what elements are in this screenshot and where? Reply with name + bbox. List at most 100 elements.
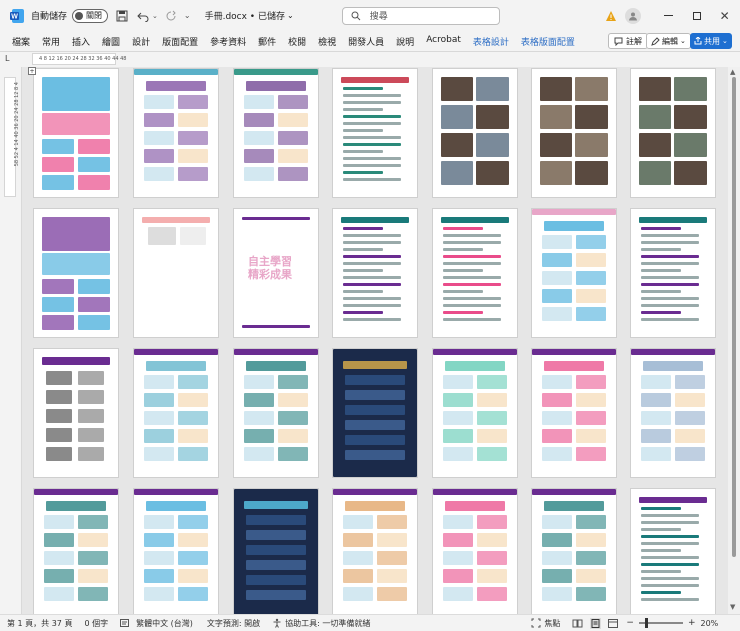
page-thumbnail[interactable] (234, 349, 318, 477)
tab-acrobat[interactable]: Acrobat (420, 35, 467, 48)
zoom-slider[interactable] (638, 618, 683, 628)
table-move-handle-icon[interactable]: + (28, 67, 36, 75)
redo-icon[interactable] (162, 7, 180, 25)
tab-draw[interactable]: 繪圖 (96, 35, 126, 48)
scrollbar-thumb[interactable] (732, 77, 736, 557)
tab-home[interactable]: 常用 (36, 35, 66, 48)
page-graphic (675, 447, 705, 461)
page-thumbnail[interactable] (532, 69, 616, 197)
page-thumbnail[interactable] (631, 209, 715, 337)
customize-toolbar-icon[interactable]: ⌄ (184, 11, 191, 20)
maximize-icon[interactable] (685, 6, 709, 26)
page-thumbnail[interactable] (134, 489, 218, 614)
page-thumbnail[interactable] (34, 349, 118, 477)
page-thumbnail[interactable] (631, 69, 715, 197)
page-graphic (641, 535, 699, 538)
zoom-out-icon[interactable]: − (626, 618, 634, 628)
page-graphic (477, 515, 507, 529)
page-graphic (178, 447, 208, 461)
page-graphic (441, 77, 473, 101)
page-thumbnail[interactable] (34, 69, 118, 197)
minimize-icon[interactable] (657, 6, 681, 26)
autosave-toggle[interactable]: 關閉 (72, 8, 109, 23)
accessibility-status[interactable]: 協助工具: 一切準備就緒 (285, 618, 370, 629)
page-thumbnail[interactable] (631, 349, 715, 477)
tab-table-layout[interactable]: 表格版面配置 (515, 35, 581, 48)
page-thumbnail[interactable] (631, 489, 715, 614)
page-thumbnail[interactable] (532, 349, 616, 477)
page-thumbnail[interactable]: 自主學習 精彩成果 (234, 209, 318, 337)
page-graphic (244, 411, 274, 425)
accessibility-icon[interactable] (272, 618, 282, 628)
share-button[interactable]: 共用 ⌄ (690, 33, 732, 49)
word-count-status[interactable]: 0 個字 (84, 618, 108, 629)
avatar[interactable] (624, 7, 641, 24)
undo-icon[interactable] (134, 7, 152, 25)
save-icon[interactable] (113, 7, 131, 25)
warning-icon[interactable] (603, 8, 619, 24)
page-thumbnail[interactable] (134, 209, 218, 337)
tab-mailings[interactable]: 郵件 (252, 35, 282, 48)
document-canvas[interactable]: 自主學習 精彩成果 + (22, 67, 728, 614)
page-thumbnail[interactable] (333, 489, 417, 614)
tab-insert[interactable]: 插入 (66, 35, 96, 48)
page-thumbnail[interactable] (134, 349, 218, 477)
tab-design[interactable]: 設計 (126, 35, 156, 48)
page-thumbnail[interactable] (333, 209, 417, 337)
scroll-up-icon[interactable]: ▲ (730, 68, 735, 76)
page-thumbnail[interactable] (234, 489, 318, 614)
zoom-slider-thumb[interactable] (644, 618, 648, 628)
focus-label[interactable]: 焦點 (544, 618, 560, 629)
tab-review[interactable]: 校閱 (282, 35, 312, 48)
page-content (42, 217, 110, 330)
page-graphic (42, 77, 110, 111)
page-count-status[interactable]: 第 1 頁，共 37 頁 (7, 618, 72, 629)
zoom-level[interactable]: 20% (700, 619, 718, 628)
tab-file[interactable]: 檔案 (6, 35, 36, 48)
language-status[interactable]: 繁體中文 (台灣) (136, 618, 193, 629)
print-layout-icon[interactable] (590, 617, 602, 629)
tab-developer[interactable]: 開發人員 (342, 35, 390, 48)
text-prediction-status[interactable]: 文字預測: 開啟 (207, 618, 260, 629)
page-graphic (443, 276, 501, 279)
comments-button[interactable]: 註解 (608, 33, 648, 49)
proofing-icon[interactable] (120, 618, 130, 628)
page-thumbnail[interactable] (433, 69, 517, 197)
page-thumbnail[interactable] (532, 489, 616, 614)
tab-help[interactable]: 說明 (390, 35, 420, 48)
scroll-down-icon[interactable]: ▼ (730, 603, 735, 611)
page-thumbnail[interactable] (433, 349, 517, 477)
title-chevron-icon[interactable]: ⌄ (287, 11, 294, 20)
read-mode-icon[interactable] (572, 619, 583, 628)
tab-table-design[interactable]: 表格設計 (467, 35, 515, 48)
undo-dropdown-icon[interactable]: ⌄ (152, 12, 158, 20)
page-thumbnail[interactable] (433, 209, 517, 337)
editing-mode-button[interactable]: 編輯 ⌄ (646, 33, 691, 49)
tab-view[interactable]: 檢視 (312, 35, 342, 48)
horizontal-ruler[interactable]: 4 8 12 16 20 24 28 32 36 40 44 48 (32, 53, 126, 65)
search-box[interactable]: 搜尋 (341, 6, 500, 25)
page-thumbnail[interactable] (333, 349, 417, 477)
web-layout-icon[interactable] (608, 618, 619, 628)
vertical-ruler[interactable]: 58 52 4 14 40 36 20 24 28 12 8 4 (0, 67, 22, 614)
word-app-icon: W (7, 6, 27, 26)
page-graphic (343, 150, 383, 153)
tab-layout[interactable]: 版面配置 (156, 35, 204, 48)
tab-selector[interactable]: L (5, 54, 16, 65)
page-thumbnail[interactable] (234, 69, 318, 197)
page-graphic (144, 587, 174, 601)
page-thumbnail[interactable] (34, 489, 118, 614)
vertical-scrollbar[interactable]: ▲ ▼ (728, 67, 740, 614)
page-graphic (441, 217, 509, 223)
close-icon[interactable]: ✕ (713, 6, 737, 26)
page-thumbnail[interactable] (433, 489, 517, 614)
page-thumbnail[interactable] (532, 209, 616, 337)
page-thumbnail[interactable] (134, 69, 218, 197)
document-title[interactable]: 手冊.docx • 已儲存 (205, 9, 285, 22)
page-thumbnail[interactable] (333, 69, 417, 197)
zoom-in-icon[interactable]: + (688, 618, 696, 628)
tab-references[interactable]: 參考資料 (204, 35, 252, 48)
page-graphic (576, 375, 606, 389)
page-thumbnail[interactable] (34, 209, 118, 337)
focus-icon[interactable] (531, 618, 541, 628)
